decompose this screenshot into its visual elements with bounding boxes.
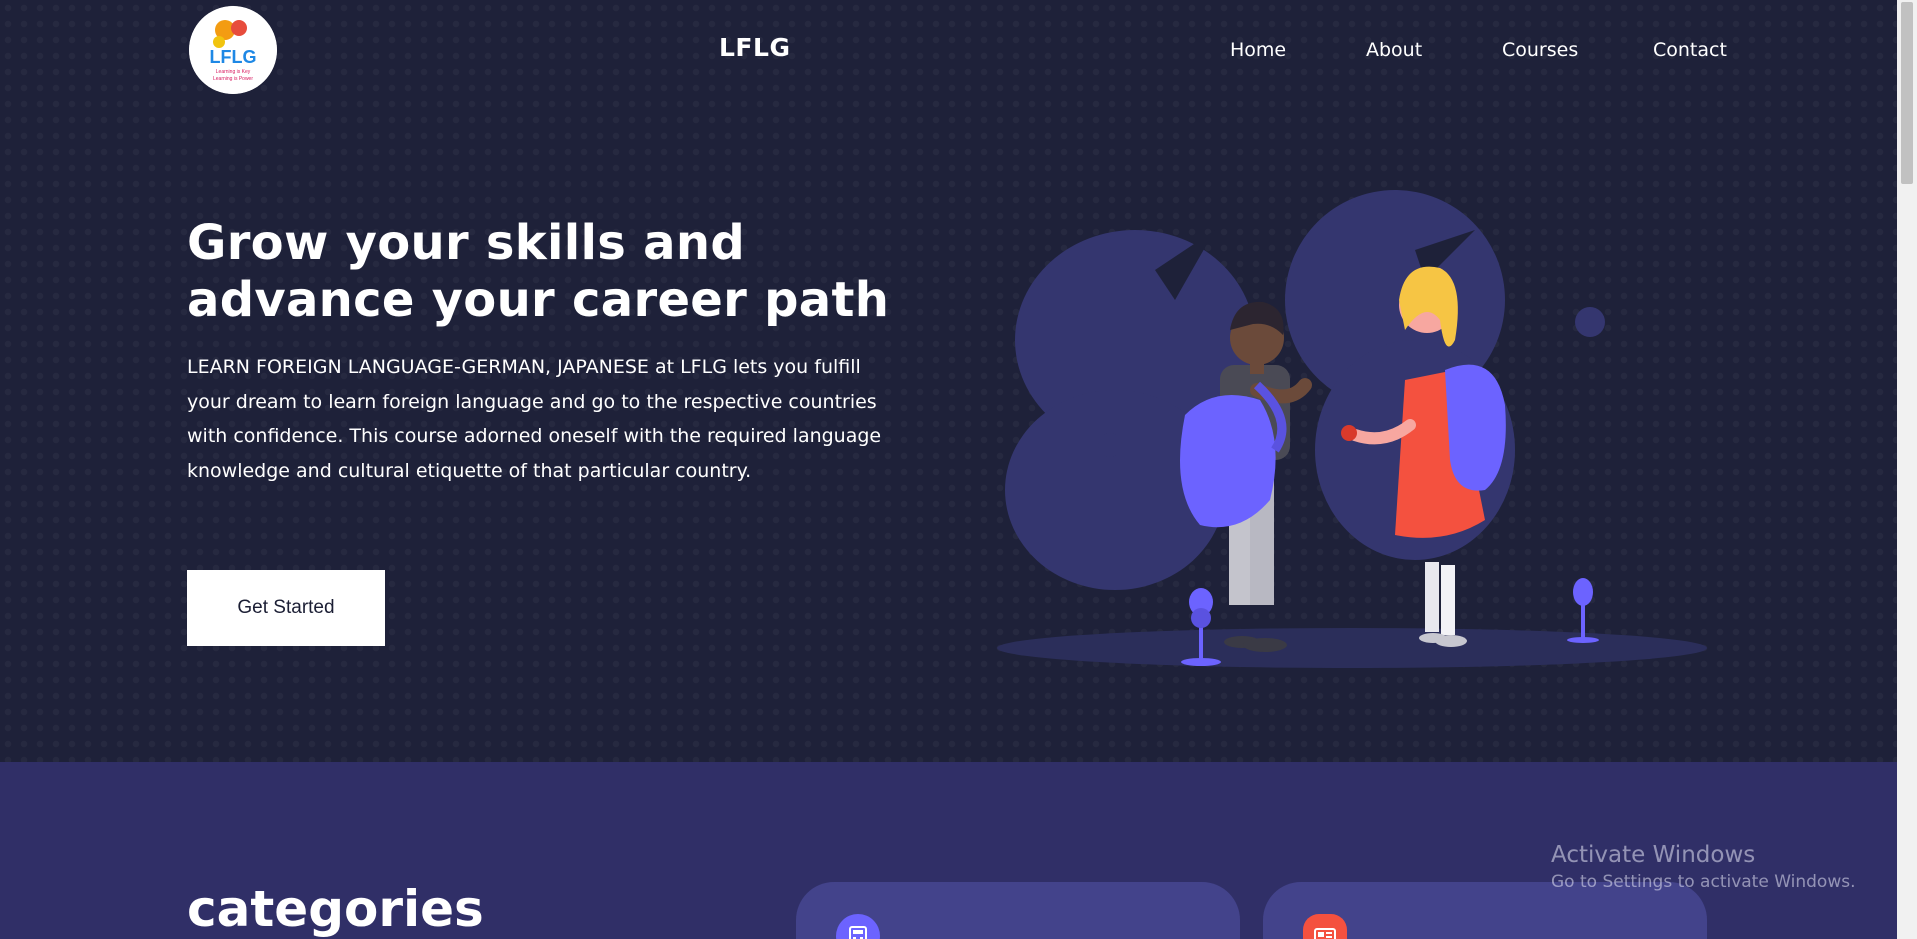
- hero-description: LEARN FOREIGN LANGUAGE-GERMAN, JAPANESE …: [187, 356, 882, 482]
- calculator-icon-glyph: [849, 926, 867, 939]
- brand-name[interactable]: LFLG: [719, 33, 790, 62]
- nav-link-home[interactable]: Home: [1230, 39, 1286, 61]
- hero-title: Grow your skills and advance your career…: [187, 215, 947, 329]
- news-icon-glyph: [1314, 928, 1336, 939]
- categories-title: categories: [187, 880, 484, 938]
- page-scrollbar[interactable]: [1897, 0, 1917, 939]
- nav-link-about[interactable]: About: [1366, 39, 1422, 61]
- logo-tagline-2: Learning is Power: [213, 76, 253, 82]
- logo-tagline-1: Learning is Key: [216, 69, 251, 75]
- site-logo[interactable]: LFLG Learning is Key Learning is Power: [189, 6, 277, 94]
- students-illustration: [997, 190, 1707, 668]
- page: LFLG Learning is Key Learning is Power L…: [0, 0, 1917, 939]
- activate-windows-watermark: Activate Windows Go to Settings to activ…: [1551, 842, 1856, 892]
- news-icon: [1303, 914, 1347, 939]
- hero-title-line-2: advance your career path: [187, 272, 890, 328]
- logo-image: LFLG Learning is Key Learning is Power: [189, 6, 277, 94]
- hero-section: LFLG Learning is Key Learning is Power L…: [0, 0, 1897, 762]
- nav-link-contact[interactable]: Contact: [1653, 39, 1727, 61]
- logo-text: LFLG: [210, 47, 257, 67]
- hero-title-line-1: Grow your skills and: [187, 215, 745, 271]
- scrollbar-thumb[interactable]: [1901, 2, 1913, 184]
- calculator-icon: [836, 914, 880, 939]
- nav-link-courses[interactable]: Courses: [1502, 39, 1578, 61]
- activate-windows-subtitle: Go to Settings to activate Windows.: [1551, 872, 1856, 892]
- get-started-button[interactable]: Get Started: [187, 570, 385, 646]
- activate-windows-title: Activate Windows: [1551, 842, 1756, 868]
- navbar: LFLG Learning is Key Learning is Power L…: [0, 0, 1897, 100]
- category-card[interactable]: [796, 882, 1240, 939]
